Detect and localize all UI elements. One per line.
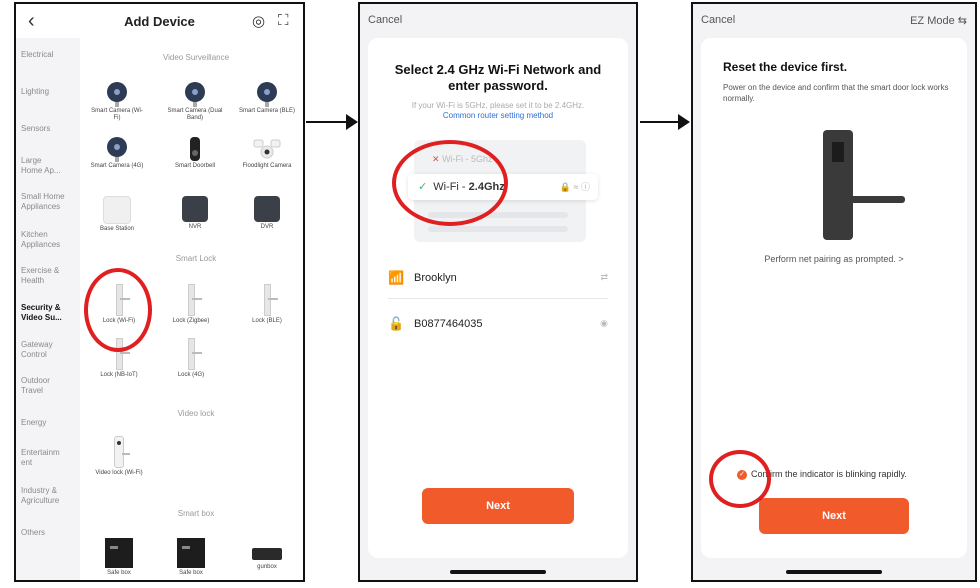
reset-device-screen: Cancel EZ Mode ⇆ Reset the device first.… <box>691 2 977 582</box>
password-field[interactable]: 🔓 B0877464035 ◉ <box>388 304 608 344</box>
next-button[interactable]: Next <box>759 498 909 534</box>
divider <box>388 298 608 299</box>
sidebar-item-security[interactable]: Security & Video Su... <box>21 303 69 323</box>
ssid-field[interactable]: 📶 Brooklyn ⇄ <box>388 258 608 298</box>
device-gunbox[interactable]: gunbox <box>238 538 296 571</box>
device-smart-camera-ble[interactable]: Smart Camera (BLE) <box>238 82 296 115</box>
header: ‹ Add Device ◎ ⛶ <box>16 4 303 38</box>
router-setting-link[interactable]: Common router setting method <box>378 111 618 121</box>
lock-icon <box>187 338 202 370</box>
sidebar-item-others[interactable]: Others <box>21 528 81 538</box>
device-safe-box-2[interactable]: Safe box <box>162 538 220 577</box>
device-nvr[interactable]: NVR <box>166 196 224 231</box>
lock-icon: 🔓 <box>388 316 405 331</box>
sidebar-item-entertainment[interactable]: Entertainm ent <box>21 448 65 468</box>
section-smart-box: Smart box <box>177 509 215 518</box>
cancel-button[interactable]: Cancel <box>701 14 735 26</box>
section-video-lock: Video lock <box>177 409 215 418</box>
ez-mode-toggle[interactable]: EZ Mode ⇆ <box>910 14 967 27</box>
switch-network-icon[interactable]: ⇄ <box>600 272 608 283</box>
wifi-setup-screen: Cancel Select 2.4 GHz Wi-Fi Network and … <box>358 2 638 582</box>
home-indicator <box>786 570 882 574</box>
lock-icon <box>187 284 202 316</box>
device-smart-camera-4g[interactable]: Smart Camera (4G) <box>88 137 146 170</box>
section-smart-lock: Smart Lock <box>175 254 217 263</box>
home-indicator <box>450 570 546 574</box>
nvr-icon <box>182 196 208 222</box>
safe-box-icon <box>177 538 205 568</box>
wifi-icon: 📶 <box>388 270 405 285</box>
sidebar-item-outdoor-travel[interactable]: Outdoor Travel <box>21 376 63 396</box>
qr-scan-icon[interactable]: ⛶ <box>278 12 289 29</box>
sidebar-item-kitchen-appliances[interactable]: Kitchen Appliances <box>21 230 65 250</box>
sidebar-item-gateway-control[interactable]: Gateway Control <box>21 340 63 360</box>
camera-icon <box>185 82 205 102</box>
arrow-2 <box>640 114 690 130</box>
sidebar-item-sensors[interactable]: Sensors <box>21 124 81 134</box>
device-lock-4g[interactable]: Lock (4G) <box>162 338 220 379</box>
cancel-button[interactable]: Cancel <box>368 14 402 26</box>
section-video-surveillance: Video Surveillance <box>162 53 230 62</box>
placeholder-bar <box>428 226 568 232</box>
device-dvr[interactable]: DVR <box>238 196 296 231</box>
sidebar-item-large-home-appliances[interactable]: Large Home Ap... <box>21 156 65 176</box>
page-title: Select 2.4 GHz Wi-Fi Network and enter p… <box>394 62 602 93</box>
device-lock-zigbee[interactable]: Lock (Zigbee) <box>162 284 220 325</box>
wifi-card: Select 2.4 GHz Wi-Fi Network and enter p… <box>368 38 628 558</box>
device-smart-camera-dual-band[interactable]: Smart Camera (Dual Band) <box>166 82 224 122</box>
camera-icon <box>107 82 127 102</box>
category-sidebar: Electrical Lighting Sensors Large Home A… <box>16 38 80 580</box>
device-smart-camera-wifi[interactable]: Smart Camera (Wi-Fi) <box>88 82 146 122</box>
wifi-status-icons: 🔒 ≈ ⓘ <box>559 182 590 192</box>
net-pairing-link[interactable]: Perform net pairing as prompted. > <box>701 254 967 264</box>
smart-door-lock-image <box>823 130 905 240</box>
wifi-hint: If your Wi-Fi is 5GHz, please set it to … <box>378 101 618 121</box>
highlight-circle-wifi-24ghz <box>392 140 508 226</box>
device-safe-box-1[interactable]: Safe box <box>90 538 148 577</box>
highlight-circle-lock-wifi <box>84 268 152 352</box>
sidebar-item-electrical[interactable]: Electrical <box>21 50 81 60</box>
next-button[interactable]: Next <box>422 488 574 524</box>
device-smart-doorbell[interactable]: Smart Doorbell <box>166 137 224 170</box>
doorbell-icon <box>190 137 200 161</box>
sidebar-item-energy[interactable]: Energy <box>21 418 81 428</box>
floodlight-camera-icon <box>253 139 281 159</box>
dvr-icon <box>254 196 280 222</box>
camera-icon <box>107 137 127 157</box>
safe-box-icon <box>105 538 133 568</box>
highlight-circle-confirm <box>709 450 771 508</box>
lock-icon <box>263 284 278 316</box>
sidebar-item-lighting[interactable]: Lighting <box>21 87 81 97</box>
eye-icon[interactable]: ◉ <box>600 318 608 329</box>
page-title: Reset the device first. <box>723 60 848 74</box>
sidebar-item-industry-agriculture[interactable]: Industry & Agriculture <box>21 486 65 506</box>
device-lock-ble[interactable]: Lock (BLE) <box>238 284 296 325</box>
add-device-screen: ‹ Add Device ◎ ⛶ Electrical Lighting Sen… <box>14 2 305 582</box>
instruction-text: Power on the device and confirm that the… <box>723 83 949 103</box>
gunbox-icon <box>252 548 282 560</box>
device-base-station[interactable]: Base Station <box>88 196 146 233</box>
sidebar-item-exercise-health[interactable]: Exercise & Health <box>21 266 65 286</box>
camera-icon <box>257 82 277 102</box>
device-video-lock-wifi[interactable]: Video lock (Wi-Fi) <box>90 436 148 477</box>
device-floodlight-camera[interactable]: Floodlight Camera <box>238 137 296 170</box>
video-lock-icon <box>114 436 130 468</box>
auto-scan-icon[interactable]: ◎ <box>252 12 265 30</box>
arrow-1 <box>306 114 358 130</box>
sidebar-item-small-home-appliances[interactable]: Small Home Appliances <box>21 192 71 212</box>
base-station-icon <box>103 196 131 224</box>
